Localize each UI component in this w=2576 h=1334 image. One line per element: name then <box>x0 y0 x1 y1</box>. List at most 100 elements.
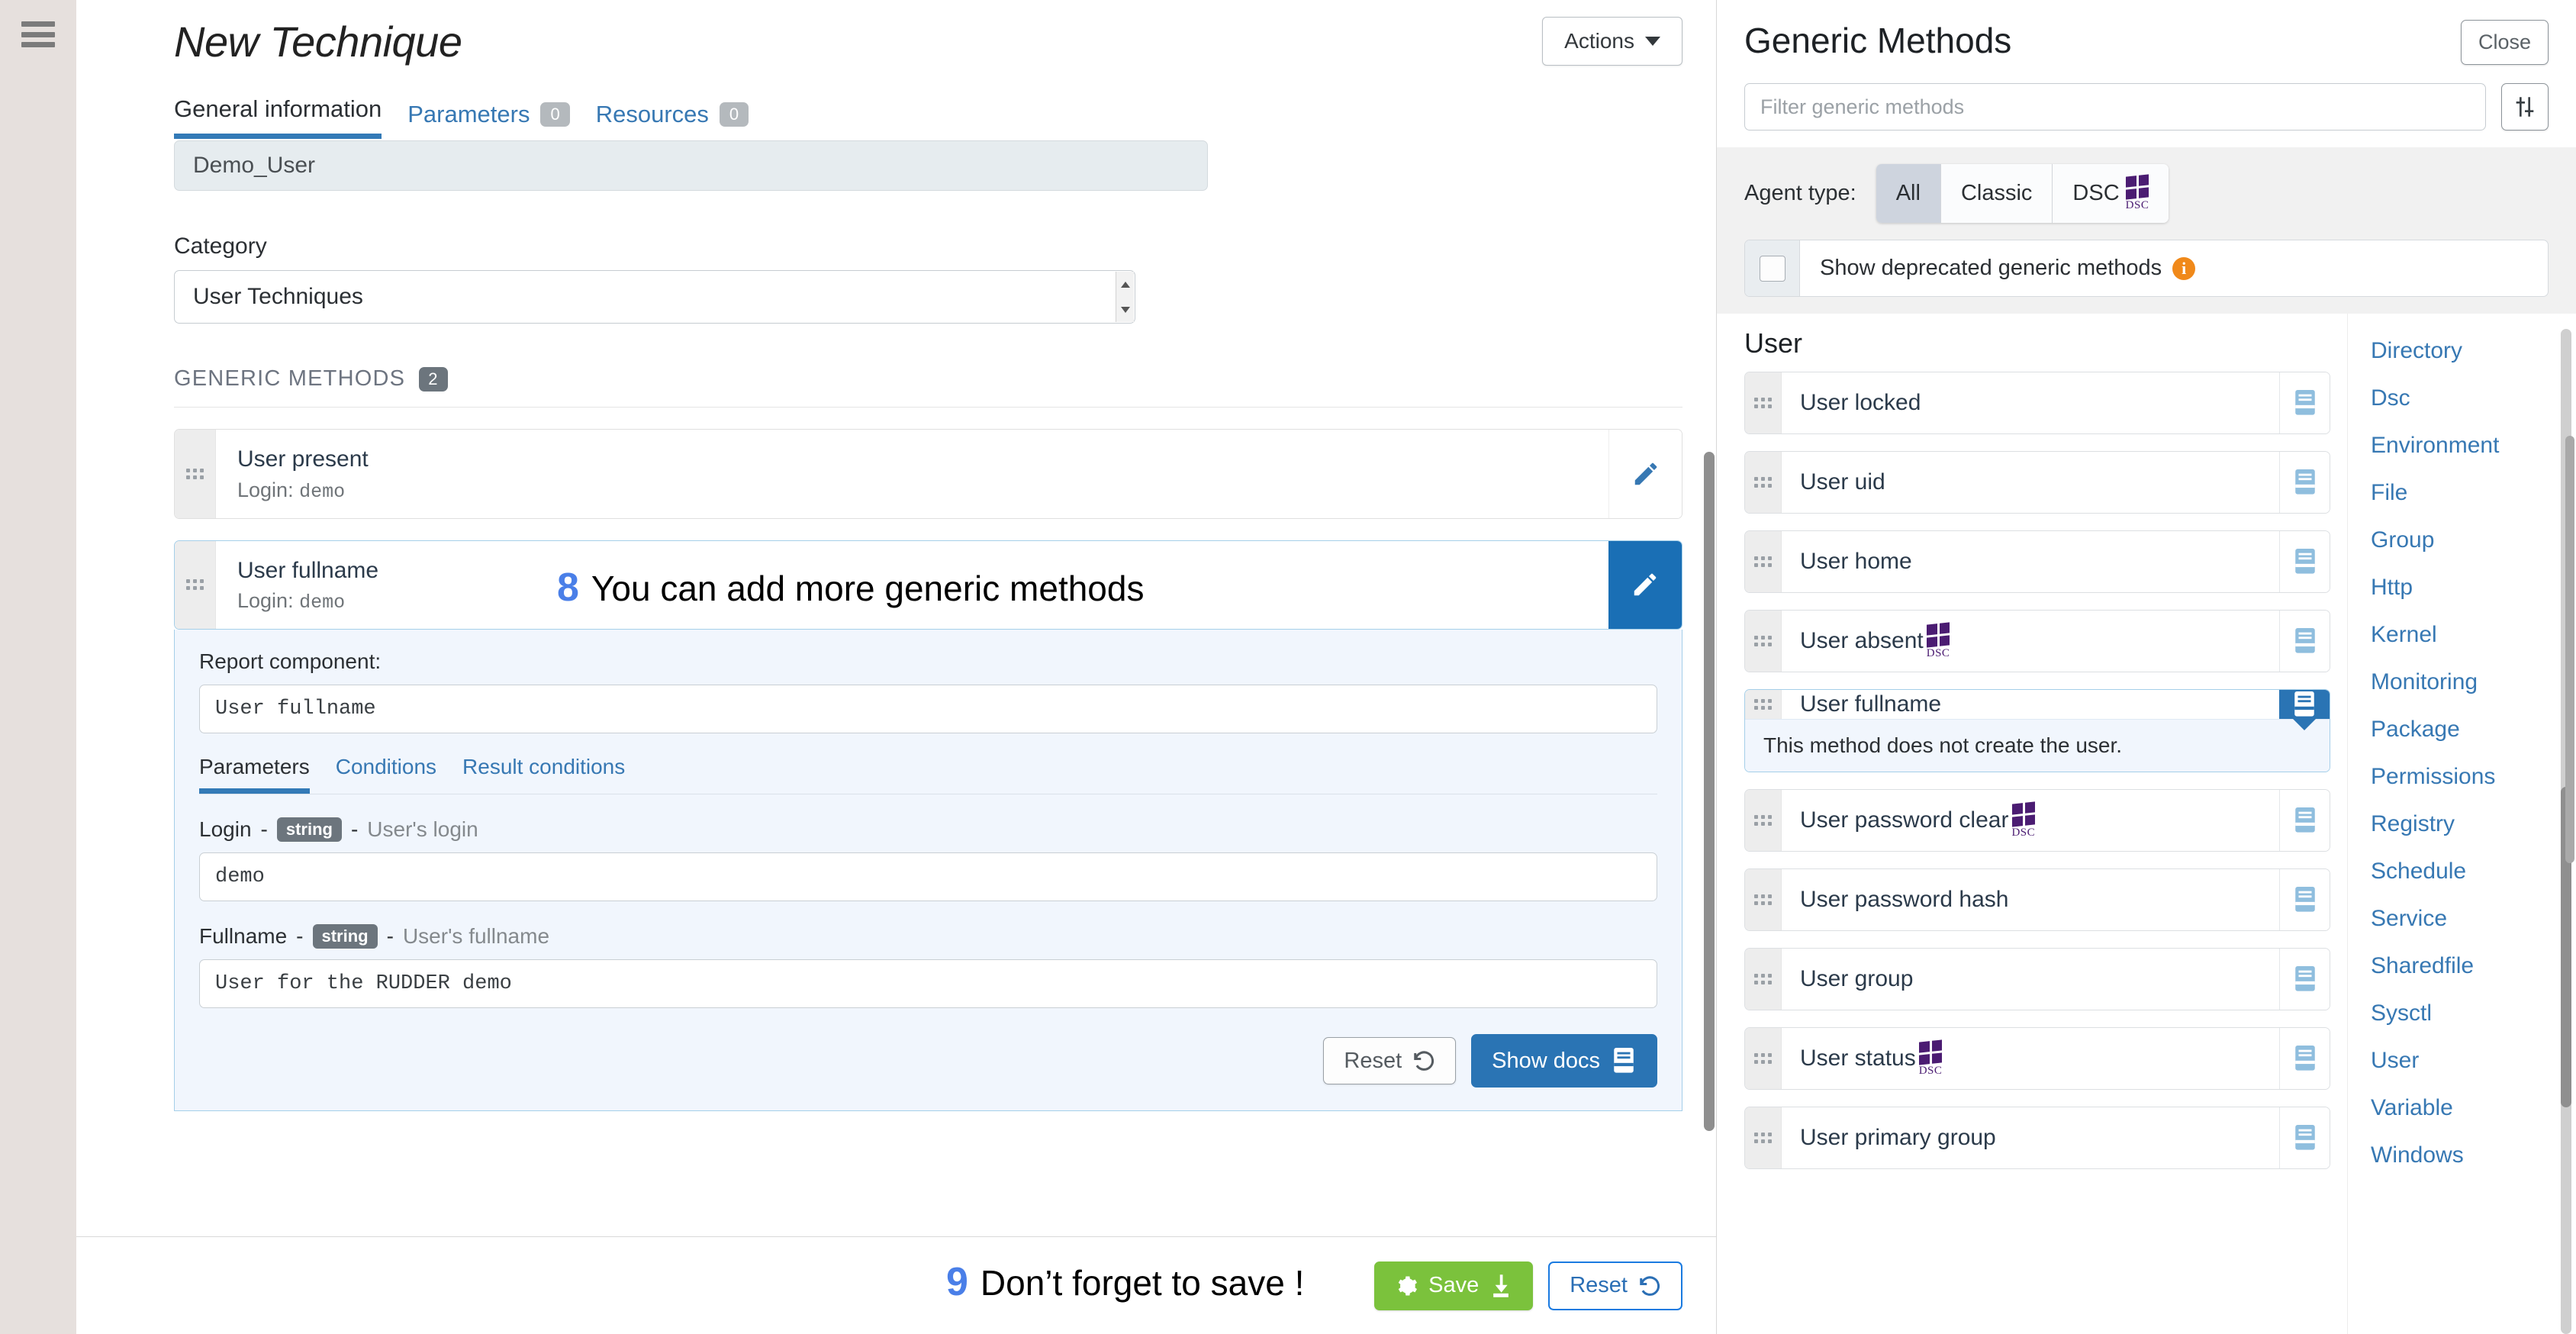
category-link[interactable]: Environment <box>2371 422 2576 469</box>
category-link[interactable]: Sharedfile <box>2371 942 2576 990</box>
tab-parameters[interactable]: Parameters 0 <box>407 101 569 139</box>
undo-icon <box>1638 1274 1661 1297</box>
category-link[interactable]: Variable <box>2371 1084 2576 1132</box>
filter-input[interactable]: Filter generic methods <box>1744 83 2486 130</box>
edit-method-button[interactable] <box>1608 430 1682 518</box>
generic-method-item[interactable]: User absent DSC <box>1744 610 2330 672</box>
menu-toggle-icon[interactable] <box>21 21 55 47</box>
method-docs-button[interactable] <box>2279 1107 2330 1168</box>
category-select[interactable]: User Techniques <box>174 270 1135 324</box>
category-link[interactable]: Permissions <box>2371 753 2576 801</box>
method-docs-button[interactable] <box>2279 790 2330 851</box>
category-link[interactable]: Group <box>2371 517 2576 564</box>
panel-scrollbar-thumb[interactable] <box>2565 436 2574 863</box>
drag-handle-icon[interactable] <box>1745 452 1782 513</box>
report-component-input[interactable]: User fullname <box>199 685 1657 733</box>
actions-button[interactable]: Actions <box>1542 17 1682 66</box>
parameter-dash: - <box>296 924 303 949</box>
agent-type-label-classic: Classic <box>1961 181 2032 206</box>
category-link[interactable]: User <box>2371 1037 2576 1084</box>
category-link[interactable]: Package <box>2371 706 2576 753</box>
method-docs-button[interactable] <box>2279 1028 2330 1089</box>
tab-method-conditions[interactable]: Conditions <box>336 755 436 794</box>
category-link[interactable]: Sysctl <box>2371 990 2576 1037</box>
parameter-input-fullname[interactable]: User for the RUDDER demo <box>199 959 1657 1008</box>
drag-handle-icon[interactable] <box>1745 690 1782 719</box>
windows-logo-icon <box>1927 622 1950 647</box>
show-deprecated-checkbox-cell[interactable] <box>1745 240 1800 296</box>
drag-handle-icon[interactable] <box>1745 869 1782 930</box>
methods-group-title: User <box>1744 327 2330 359</box>
generic-method-item[interactable]: User primary group <box>1744 1107 2330 1169</box>
parameter-input-login[interactable]: demo <box>199 852 1657 901</box>
book-icon <box>2292 547 2318 576</box>
save-button[interactable]: Save <box>1374 1262 1533 1310</box>
generic-method-item[interactable]: User uid <box>1744 451 2330 514</box>
method-docs-button[interactable] <box>2279 372 2330 433</box>
tab-general-information[interactable]: General information <box>174 95 382 139</box>
category-link[interactable]: Registry <box>2371 801 2576 848</box>
drag-handle-icon[interactable] <box>1745 949 1782 1010</box>
tab-resources[interactable]: Resources 0 <box>596 101 749 139</box>
method-docs-button[interactable] <box>2279 452 2330 513</box>
drag-handle-icon[interactable] <box>1745 790 1782 851</box>
tab-label: Parameters <box>407 101 530 128</box>
select-spinner-icon[interactable] <box>1116 272 1134 322</box>
generic-method-item[interactable]: User password clear DSC <box>1744 789 2330 852</box>
parameter-dash: - <box>351 817 358 842</box>
generic-method-item[interactable]: User fullname This method does not creat… <box>1744 689 2330 772</box>
category-link[interactable]: File <box>2371 469 2576 517</box>
show-deprecated-row[interactable]: Show deprecated generic methods i <box>1744 240 2549 297</box>
edit-method-button[interactable] <box>1608 541 1682 630</box>
generic-method-item[interactable]: User locked <box>1744 372 2330 434</box>
category-link[interactable]: Dsc <box>2371 375 2576 422</box>
method-reset-button[interactable]: Reset <box>1323 1037 1456 1084</box>
method-docs-button[interactable] <box>2279 869 2330 930</box>
technique-reset-button[interactable]: Reset <box>1548 1262 1682 1310</box>
info-icon[interactable]: i <box>2172 257 2195 280</box>
dsc-caption: DSC <box>1927 648 1950 659</box>
agent-type-dsc[interactable]: DSC DSC <box>2053 164 2169 223</box>
category-link[interactable]: Directory <box>2371 327 2576 375</box>
show-docs-button[interactable]: Show docs <box>1471 1034 1657 1088</box>
technique-name-input[interactable]: Demo_User <box>174 140 1208 191</box>
method-docs-button[interactable] <box>2279 531 2330 592</box>
drag-handle-icon[interactable] <box>1745 372 1782 433</box>
category-link[interactable]: Monitoring <box>2371 659 2576 706</box>
category-link[interactable]: Service <box>2371 895 2576 942</box>
category-link[interactable]: Schedule <box>2371 848 2576 895</box>
close-button[interactable]: Close <box>2461 20 2549 65</box>
drag-handle-icon[interactable] <box>175 430 216 518</box>
parameter-type-badge: string <box>313 924 378 949</box>
agent-type-classic[interactable]: Classic <box>1941 164 2053 223</box>
drag-handle-icon[interactable] <box>175 541 216 630</box>
drag-handle-icon[interactable] <box>1745 1107 1782 1168</box>
category-link[interactable]: Kernel <box>2371 611 2576 659</box>
filter-settings-button[interactable] <box>2501 83 2549 130</box>
drag-handle-icon[interactable] <box>1745 531 1782 592</box>
parameter-row-login: Login - string - User's login demo <box>199 817 1657 901</box>
category-link[interactable]: Windows <box>2371 1132 2576 1179</box>
technique-method-card[interactable]: User present Login: demo <box>174 429 1682 519</box>
generic-method-item[interactable]: User password hash <box>1744 868 2330 931</box>
agent-type-all[interactable]: All <box>1876 164 1941 223</box>
generic-method-item[interactable]: User status DSC <box>1744 1027 2330 1090</box>
drag-handle-icon[interactable] <box>1745 1028 1782 1089</box>
technique-method-body: User fullname Login: demo <box>216 541 1608 630</box>
method-docs-button[interactable] <box>2279 611 2330 672</box>
drag-handle-icon[interactable] <box>1745 611 1782 672</box>
tab-label: General information <box>174 95 382 123</box>
tab-method-result-conditions[interactable]: Result conditions <box>462 755 625 794</box>
method-docs-button[interactable] <box>2279 690 2330 719</box>
main-scrollbar-thumb[interactable] <box>1704 452 1715 1131</box>
generic-method-item[interactable]: User home <box>1744 530 2330 593</box>
technique-method-card[interactable]: User fullname Login: demo <box>174 540 1682 630</box>
generic-method-item[interactable]: User group <box>1744 948 2330 1010</box>
dsc-caption: DSC <box>2011 827 2035 839</box>
book-icon <box>2292 1123 2318 1152</box>
category-link[interactable]: Http <box>2371 564 2576 611</box>
show-deprecated-checkbox[interactable] <box>1760 256 1785 282</box>
tab-method-parameters[interactable]: Parameters <box>199 755 310 794</box>
method-docs-button[interactable] <box>2279 949 2330 1010</box>
generic-method-name-cell: User fullname <box>1782 690 2279 719</box>
